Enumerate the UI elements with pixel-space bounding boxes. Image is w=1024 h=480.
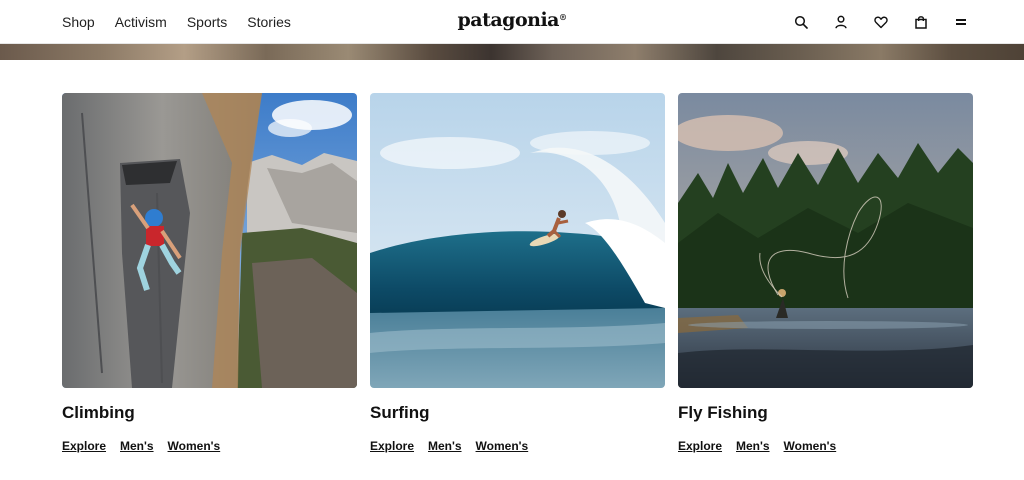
climbing-photo[interactable] <box>62 93 357 388</box>
surfing-links: Explore Men's Women's <box>370 439 665 453</box>
sport-card-climbing: Climbing Explore Men's Women's <box>62 93 357 453</box>
search-icon[interactable] <box>794 15 808 29</box>
climbing-links: Explore Men's Women's <box>62 439 357 453</box>
climbing-womens-link[interactable]: Women's <box>168 439 221 453</box>
sport-title-fly-fishing[interactable]: Fly Fishing <box>678 402 973 424</box>
fly-fishing-explore-link[interactable]: Explore <box>678 439 722 453</box>
sport-card-surfing: Surfing Explore Men's Women's <box>370 93 665 453</box>
fly-fishing-photo[interactable] <box>678 93 973 388</box>
sports-card-grid: Climbing Explore Men's Women's Surfing E… <box>62 93 973 453</box>
sport-title-climbing[interactable]: Climbing <box>62 402 357 424</box>
fly-fishing-links: Explore Men's Women's <box>678 439 973 453</box>
account-icon[interactable] <box>834 15 848 29</box>
fly-fishing-womens-link[interactable]: Women's <box>784 439 837 453</box>
brand-registered-mark: ® <box>558 12 567 22</box>
hero-image-bottom-edge <box>0 43 1024 60</box>
surfing-explore-link[interactable]: Explore <box>370 439 414 453</box>
surfing-mens-link[interactable]: Men's <box>428 439 462 453</box>
climbing-explore-link[interactable]: Explore <box>62 439 106 453</box>
surfing-womens-link[interactable]: Women's <box>476 439 529 453</box>
shopping-bag-icon[interactable] <box>914 15 928 29</box>
climbing-mens-link[interactable]: Men's <box>120 439 154 453</box>
menu-icon[interactable] <box>954 15 968 29</box>
sport-title-surfing[interactable]: Surfing <box>370 402 665 424</box>
sport-card-fly-fishing: Fly Fishing Explore Men's Women's <box>678 93 973 453</box>
top-navigation: Shop Activism Sports Stories patagonia® <box>0 0 1024 44</box>
brand-wordmark: patagonia <box>457 9 560 31</box>
surfing-photo[interactable] <box>370 93 665 388</box>
utility-nav <box>794 0 968 43</box>
wishlist-heart-icon[interactable] <box>874 15 888 29</box>
fly-fishing-mens-link[interactable]: Men's <box>736 439 770 453</box>
